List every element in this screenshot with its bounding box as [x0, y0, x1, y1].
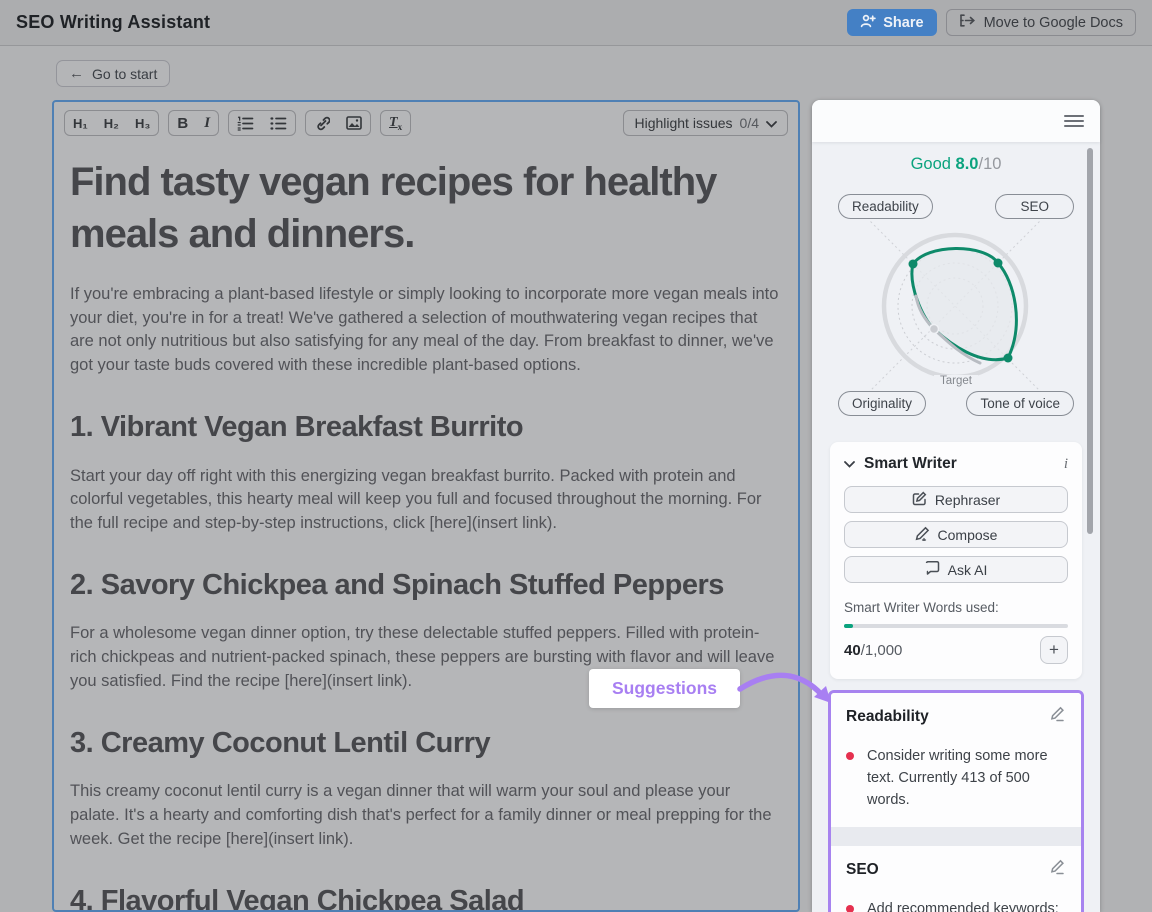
rephrase-pencil-icon: [912, 491, 927, 509]
editor-document[interactable]: Find tasty vegan recipes for healthy mea…: [54, 142, 798, 912]
list-buttons-group: [228, 110, 296, 136]
image-button[interactable]: [338, 111, 370, 135]
alert-dot-icon: [846, 752, 854, 760]
text-style-group: B I: [168, 110, 219, 136]
chat-bubble-icon: [925, 561, 940, 578]
editor-toolbar: H₁ H₂ H₃ B I: [54, 102, 798, 142]
clear-formatting-icon: Tx: [389, 115, 402, 132]
highlight-issues-dropdown[interactable]: Highlight issues 0/4: [623, 110, 788, 136]
document-intro[interactable]: If you're embracing a plant-based lifest…: [70, 283, 784, 377]
edit-pencil-icon[interactable]: [1048, 859, 1066, 880]
topbar-actions: Share Move to Google Docs: [847, 9, 1136, 36]
section-heading[interactable]: 4. Flavorful Vegan Chickpea Salad: [70, 882, 760, 912]
info-icon[interactable]: i: [1064, 456, 1068, 473]
readability-suggestions-card: Readability Consider writing some more t…: [831, 693, 1081, 827]
page-title: SEO Writing Assistant: [16, 12, 210, 33]
alert-dot-icon: [846, 905, 854, 912]
seo-card-title: SEO: [846, 861, 879, 879]
radar-target-label: Target: [934, 375, 978, 387]
link-icon: [314, 116, 330, 131]
ask-ai-button[interactable]: Ask AI: [844, 556, 1068, 583]
bold-button[interactable]: B: [169, 111, 196, 135]
editor-panel: H₁ H₂ H₃ B I: [52, 100, 800, 912]
heading-buttons-group: H₁ H₂ H₃: [64, 110, 159, 136]
section-heading[interactable]: 2. Savory Chickpea and Spinach Stuffed P…: [70, 566, 760, 605]
rephraser-button[interactable]: Rephraser: [844, 486, 1068, 513]
ordered-list-button[interactable]: [229, 111, 262, 135]
axis-seo-pill[interactable]: SEO: [995, 194, 1074, 219]
share-button[interactable]: Share: [847, 9, 936, 36]
suggestion-item: Add recommended keywords:: [846, 899, 1066, 912]
words-used-progress-fill: [844, 624, 853, 628]
words-used-progressbar: [844, 624, 1068, 628]
export-icon: [959, 13, 976, 32]
axis-tone-of-voice-pill[interactable]: Tone of voice: [966, 391, 1074, 416]
top-bar: SEO Writing Assistant Share Move to Goog…: [0, 0, 1152, 46]
compose-pen-icon: [915, 526, 930, 544]
section-body[interactable]: This creamy coconut lentil curry is a ve…: [70, 780, 784, 851]
h2-button[interactable]: H₂: [96, 111, 127, 135]
image-icon: [346, 116, 362, 130]
assistant-sidebar: Good 8.0/10 Readability SEO Target Origi…: [812, 100, 1100, 912]
bullet-list-icon: [270, 116, 287, 131]
bullet-list-button[interactable]: [262, 111, 295, 135]
sidebar-header: [812, 100, 1100, 142]
add-words-button[interactable]: +: [1040, 636, 1068, 664]
suggestions-highlight-box: Readability Consider writing some more t…: [828, 690, 1084, 912]
link-button[interactable]: [306, 111, 338, 135]
seo-suggestions-card: SEO Add recommended keywords:: [831, 846, 1081, 912]
suggestion-item: Consider writing some more text. Current…: [846, 746, 1066, 811]
issues-count: 0/4: [740, 115, 759, 131]
section-heading[interactable]: 3. Creamy Coconut Lentil Curry: [70, 724, 760, 763]
document-title[interactable]: Find tasty vegan recipes for healthy mea…: [70, 156, 720, 260]
insert-group: [305, 110, 371, 136]
suggestions-callout: Suggestions: [589, 669, 740, 708]
menu-icon[interactable]: [1064, 112, 1084, 130]
overall-score: Good 8.0/10: [812, 155, 1100, 174]
ordered-list-icon: [237, 116, 254, 131]
smart-writer-title: Smart Writer: [864, 455, 957, 473]
go-to-start-button[interactable]: ← Go to start: [56, 60, 170, 87]
section-body[interactable]: Start your day off right with this energ…: [70, 465, 784, 536]
italic-button[interactable]: I: [196, 111, 218, 135]
section-heading[interactable]: 1. Vibrant Vegan Breakfast Burrito: [70, 408, 760, 447]
callout-arrow-icon: [736, 663, 836, 715]
move-to-google-docs-button[interactable]: Move to Google Docs: [946, 9, 1136, 36]
clear-format-group: Tx: [380, 110, 411, 136]
axis-readability-pill[interactable]: Readability: [838, 194, 933, 219]
score-radar-chart: [812, 220, 1100, 392]
edit-pencil-icon[interactable]: [1048, 706, 1066, 727]
readability-card-title: Readability: [846, 708, 929, 726]
chevron-down-icon[interactable]: [844, 455, 855, 473]
words-used-label: Smart Writer Words used:: [844, 600, 1068, 615]
h3-button[interactable]: H₃: [127, 111, 158, 135]
chevron-down-icon: [766, 115, 777, 131]
card-divider: [831, 827, 1081, 846]
h1-button[interactable]: H₁: [65, 111, 96, 135]
clear-formatting-button[interactable]: Tx: [381, 111, 410, 135]
compose-button[interactable]: Compose: [844, 521, 1068, 548]
words-used-count: 40/1,000: [844, 642, 902, 659]
smart-writer-card: Smart Writer i Rephraser Compose Ask AI …: [830, 442, 1082, 679]
axis-originality-pill[interactable]: Originality: [838, 391, 926, 416]
add-user-icon: [860, 14, 876, 32]
back-arrow-icon: ←: [69, 66, 84, 81]
